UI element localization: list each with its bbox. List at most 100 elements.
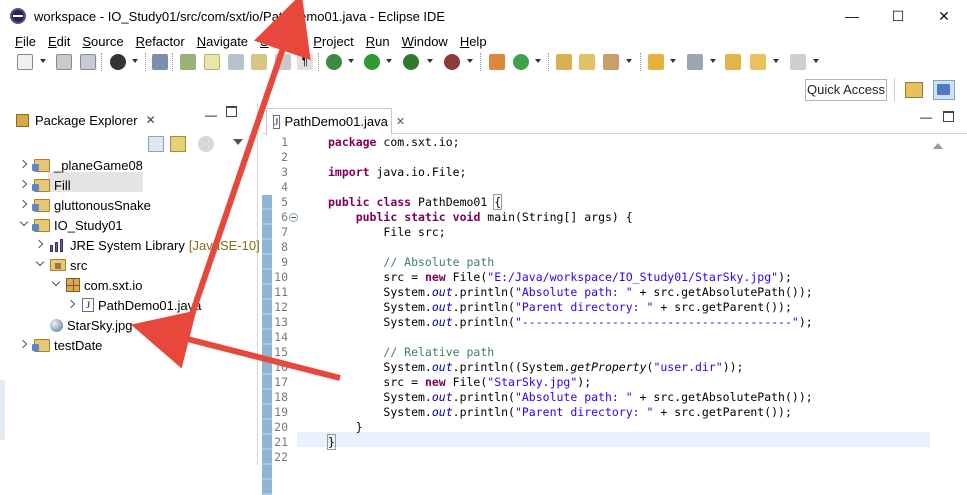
word-wrap-icon[interactable]	[275, 54, 291, 70]
menu-file[interactable]: File	[0, 32, 42, 52]
code-line[interactable]: src = new File("E:/Java/workspace/IO_Stu…	[328, 270, 792, 285]
fold-icon[interactable]	[289, 213, 298, 222]
menu-help[interactable]: Help	[454, 32, 493, 52]
code-line[interactable]: src = new File("StarSky.jpg");	[328, 375, 591, 390]
menu-edit[interactable]: Edit	[42, 32, 76, 52]
debug-icon[interactable]	[326, 54, 342, 70]
scroll-up-icon[interactable]	[933, 143, 943, 149]
save-icon[interactable]	[56, 54, 72, 70]
chevron-right-icon[interactable]	[18, 159, 30, 171]
chevron-right-icon[interactable]	[34, 239, 46, 251]
maximize-view-button[interactable]	[226, 106, 237, 117]
close-icon[interactable]: ✕	[146, 113, 156, 127]
tree-item-planegame08[interactable]: _planeGame08	[18, 155, 143, 175]
code-line[interactable]: System.out.println("Absolute path: " + s…	[328, 390, 812, 405]
menu-refactor[interactable]: Refactor	[130, 32, 191, 52]
back-icon[interactable]	[750, 54, 766, 70]
minimize-button[interactable]: —	[829, 0, 875, 32]
code-line[interactable]: System.out.println("Parent directory: " …	[328, 300, 792, 315]
tab-pathdemo01-java[interactable]: J PathDemo01.java ✕	[266, 108, 405, 135]
new-icon[interactable]	[17, 54, 33, 70]
toggle-block-icon[interactable]	[251, 54, 267, 70]
open-task-folder-icon[interactable]	[579, 54, 595, 70]
coverage-icon[interactable]	[403, 54, 419, 70]
forward-icon[interactable]	[790, 54, 806, 70]
editor-tab-bar: J PathDemo01.java ✕	[262, 106, 967, 135]
previous-annotation-icon[interactable]	[687, 54, 703, 70]
menu-search[interactable]: Search	[254, 32, 307, 52]
open-task-icon[interactable]	[180, 54, 196, 70]
menu-source[interactable]: Source	[76, 32, 129, 52]
code-line[interactable]: File src;	[328, 225, 445, 240]
chevron-right-icon[interactable]	[18, 339, 30, 351]
quick-access-field[interactable]: Quick Access	[805, 79, 887, 101]
close-icon[interactable]: ✕	[396, 115, 405, 128]
open-perspective-icon[interactable]	[905, 82, 923, 98]
tree-item-gluttonoussnake[interactable]: gluttonousSnake	[18, 195, 151, 215]
collapse-all-icon[interactable]	[148, 136, 164, 152]
tree-item-jre-system-library[interactable]: JRE System Library [JavaSE-10]	[34, 235, 260, 255]
profile-icon[interactable]	[110, 54, 126, 70]
tree-item-fill[interactable]: Fill	[18, 175, 71, 195]
chevron-right-icon[interactable]	[66, 299, 78, 311]
last-edit-location-icon[interactable]	[725, 54, 741, 70]
external-tools-icon[interactable]	[444, 54, 460, 70]
java-perspective-icon[interactable]	[933, 80, 955, 100]
new-java-class-icon[interactable]	[513, 54, 529, 70]
tree-item-io-study01[interactable]: IO_Study01	[18, 215, 123, 235]
chevron-right-icon[interactable]	[18, 179, 30, 191]
code-editor[interactable]: 1 package com.sxt.io; 2 3 import java.io.F…	[262, 135, 967, 495]
next-edit-icon[interactable]	[648, 54, 664, 70]
chevron-down-icon[interactable]	[34, 259, 46, 271]
code-line[interactable]: public class PathDemo01 {	[328, 194, 503, 210]
show-whitespace-icon[interactable]: ¶	[297, 54, 313, 70]
menu-window[interactable]: Window	[396, 32, 454, 52]
code-line[interactable]: package com.sxt.io;	[328, 135, 460, 150]
tree-item-testdate[interactable]: testDate	[18, 335, 102, 355]
close-button[interactable]: ✕	[921, 0, 967, 32]
next-annotation-icon[interactable]	[228, 54, 244, 70]
code-line[interactable]: }	[328, 420, 363, 435]
code-line[interactable]: }	[327, 434, 336, 450]
code-line[interactable]: // Absolute path	[328, 255, 494, 270]
chevron-down-icon[interactable]	[50, 279, 62, 291]
chevron-right-icon[interactable]	[18, 199, 30, 211]
chevron-down-icon[interactable]	[18, 219, 30, 231]
tree-item-pathdemo01-java[interactable]: J PathDemo01.java	[66, 295, 201, 315]
code-line[interactable]: System.out.println((System.getProperty("…	[328, 360, 743, 375]
minimize-view-button[interactable]: —	[205, 108, 217, 122]
link-with-editor-icon[interactable]	[170, 136, 186, 152]
view-menu-chevron-down-icon[interactable]	[233, 139, 243, 145]
focus-on-task-icon[interactable]	[198, 136, 214, 152]
open-type-icon[interactable]	[556, 54, 572, 70]
java-file-icon: J	[273, 114, 280, 129]
code-line[interactable]: public static void main(String[] args) {	[328, 210, 633, 225]
search-icon[interactable]	[603, 54, 619, 70]
code-line[interactable]: System.out.println("Parent directory: " …	[328, 405, 792, 420]
code-line[interactable]: System.out.println("Absolute path: " + s…	[328, 285, 812, 300]
main-toolbar: ¶ Quick Access	[0, 52, 967, 102]
maximize-button[interactable]: ☐	[875, 0, 921, 32]
line-number: 20	[274, 420, 288, 434]
package-explorer-header: Package Explorer ✕	[0, 108, 258, 132]
tree-item-src[interactable]: src	[34, 255, 87, 275]
eclipse-icon	[10, 8, 26, 24]
save-all-icon[interactable]	[80, 54, 96, 70]
code-line[interactable]: System.out.println("--------------------…	[328, 315, 812, 330]
package-explorer-tab[interactable]: Package Explorer	[35, 113, 138, 128]
minimize-editor-button[interactable]: —	[920, 110, 932, 124]
menu-navigate[interactable]: Navigate	[191, 32, 254, 52]
vertical-scrollbar[interactable]	[930, 135, 967, 465]
tree-item-starsky-jpg[interactable]: StarSky.jpg	[34, 315, 133, 335]
maximize-editor-button[interactable]	[943, 111, 954, 122]
line-number: 7	[281, 225, 288, 239]
run-icon[interactable]	[364, 54, 380, 70]
mark-occurrences-icon[interactable]	[204, 54, 220, 70]
menu-project[interactable]: Project	[307, 32, 359, 52]
code-line[interactable]: import java.io.File;	[328, 165, 466, 180]
skip-breakpoints-icon[interactable]	[152, 54, 168, 70]
tree-item-com-sxt-io[interactable]: com.sxt.io	[50, 275, 143, 295]
code-line[interactable]: // Relative path	[328, 345, 494, 360]
new-java-package-icon[interactable]	[489, 54, 505, 70]
menu-run[interactable]: Run	[360, 32, 396, 52]
